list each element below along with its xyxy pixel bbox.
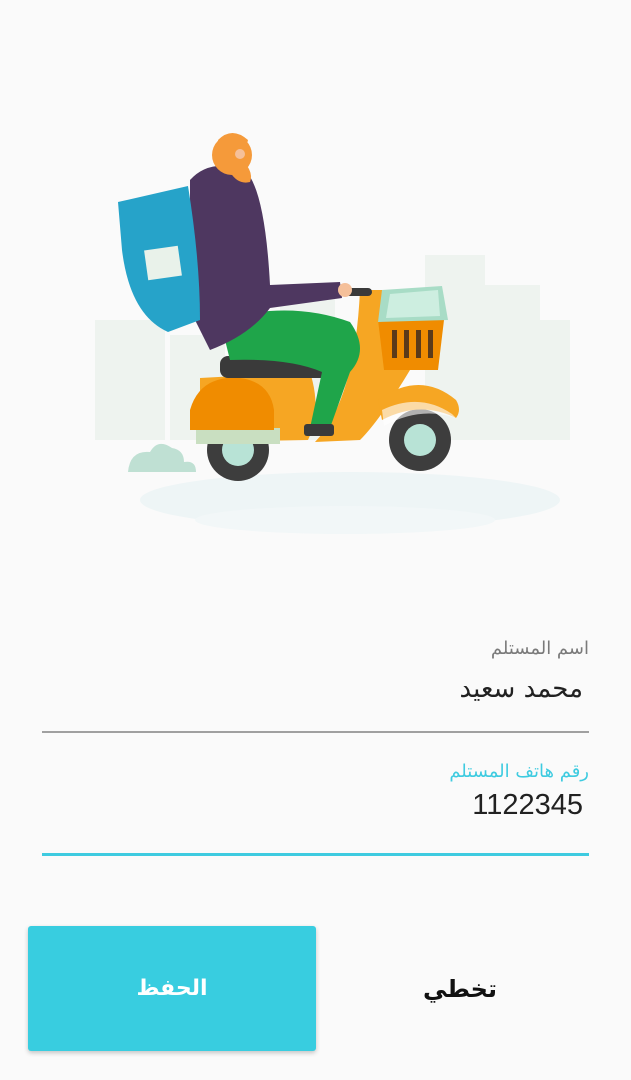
basket [378,320,444,370]
bush-icon [128,443,196,472]
ground-reflection [195,506,495,534]
recipient-name-field[interactable]: اسم المستلم محمد سعيد [42,630,589,740]
recipient-name-underline [42,731,589,733]
recipient-phone-underline [42,853,589,856]
recipient-phone-label: رقم هاتف المستلم [449,761,589,782]
recipient-name-input[interactable]: محمد سعيد [460,674,583,704]
recipient-phone-field[interactable]: رقم هاتف المستلم 1122345 [42,755,589,865]
delivery-scooter-illustration [95,133,570,534]
recipient-phone-input[interactable]: 1122345 [472,789,583,822]
recipient-name-label: اسم المستلم [490,638,589,659]
skip-button[interactable]: تخطي [345,926,575,1051]
save-button[interactable]: الحفظ [28,926,316,1051]
